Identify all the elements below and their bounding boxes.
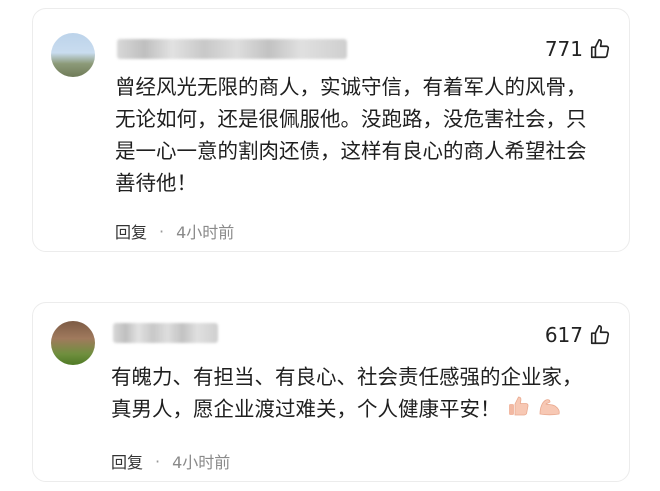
username-blurred[interactable] bbox=[117, 39, 347, 59]
like-count: 617 bbox=[544, 323, 583, 347]
timestamp: 4小时前 bbox=[176, 223, 235, 242]
comment-line: 曾经风光无限的商人，实诚守信，有着军人的风骨， bbox=[115, 75, 587, 99]
reply-button[interactable]: 回复 bbox=[111, 449, 143, 473]
comment-card: 771 曾经风光无限的商人，实诚守信，有着军人的风骨， 无论如何，还是很佩服他。… bbox=[32, 8, 630, 252]
thumbs-up-icon bbox=[590, 325, 610, 345]
timestamp: 4小时前 bbox=[172, 453, 231, 472]
comment-line: 是一心一意的割肉还债，这样有良心的商人希望社会 bbox=[115, 139, 587, 163]
like-button[interactable]: 771 bbox=[545, 37, 611, 61]
comment-line: 有魄力、有担当、有良心、社会责任感强的企业家， bbox=[111, 365, 583, 389]
thumbs-up-emoji bbox=[507, 394, 531, 427]
avatar[interactable] bbox=[51, 33, 95, 77]
comment-footer: 回复 · 4小时前 bbox=[115, 219, 234, 243]
thumbs-up-icon bbox=[590, 39, 610, 59]
separator-dot: · bbox=[155, 451, 161, 471]
like-button[interactable]: 617 bbox=[545, 323, 611, 347]
comment-text: 有魄力、有担当、有良心、社会责任感强的企业家， 真男人，愿企业渡过难关，个人健康… bbox=[111, 361, 616, 427]
flexed-biceps-emoji bbox=[537, 394, 563, 427]
comment-text: 曾经风光无限的商人，实诚守信，有着军人的风骨， 无论如何，还是很佩服他。没跑路，… bbox=[115, 71, 615, 199]
comment-line: 无论如何，还是很佩服他。没跑路，没危害社会，只 bbox=[115, 107, 587, 131]
avatar[interactable] bbox=[51, 321, 95, 365]
comment-line-text: 真男人，愿企业渡过难关，个人健康平安！ bbox=[111, 397, 501, 421]
comment-line: 善待他！ bbox=[115, 171, 197, 195]
like-count: 771 bbox=[544, 37, 583, 61]
reply-button[interactable]: 回复 bbox=[115, 219, 147, 243]
comment-card: 617 有魄力、有担当、有良心、社会责任感强的企业家， 真男人，愿企业渡过难关，… bbox=[32, 302, 630, 482]
comment-footer: 回复 · 4小时前 bbox=[111, 449, 230, 473]
comment-line: 真男人，愿企业渡过难关，个人健康平安！ bbox=[111, 393, 616, 427]
username-blurred[interactable] bbox=[113, 323, 218, 343]
separator-dot: · bbox=[159, 221, 165, 241]
